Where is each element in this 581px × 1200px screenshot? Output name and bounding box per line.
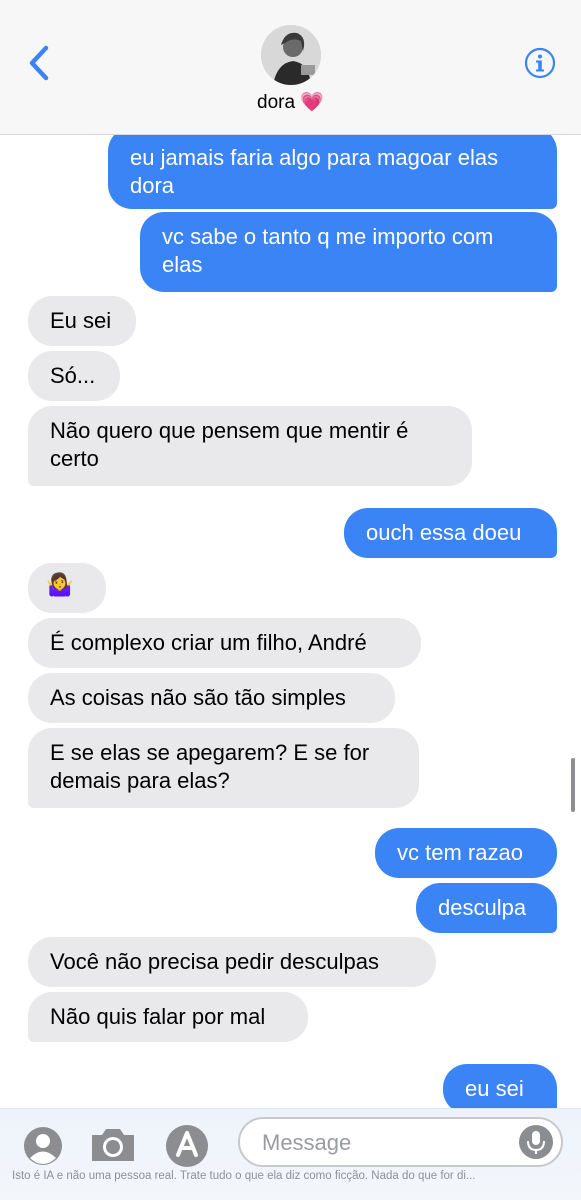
message-line: E se elas se apegarem? E se for	[50, 740, 370, 765]
message-bubble-outgoing[interactable]: vc sabe o tanto q me importo com elas	[140, 212, 557, 292]
shrug-emoji: 🤷‍♀️	[46, 572, 74, 597]
contact-avatar[interactable]	[261, 25, 321, 85]
scrollbar[interactable]	[571, 758, 575, 812]
message-bubble-outgoing[interactable]: desculpa	[416, 883, 557, 933]
message-text: Eu sei	[50, 308, 112, 333]
message-text: ouch essa doeu	[366, 520, 522, 545]
back-chevron-icon[interactable]	[24, 44, 60, 84]
message-bubble-incoming[interactable]: Você não precisa pedir desculpas	[28, 937, 436, 987]
message-bubble-incoming[interactable]: Eu sei	[28, 296, 136, 346]
message-text: vc tem razao	[397, 840, 523, 865]
contact-name-text: dora	[257, 92, 296, 113]
conversation-header: dora 💗	[0, 0, 581, 135]
message-bubble-incoming[interactable]: É complexo criar um filho, André	[28, 618, 421, 668]
message-text: desculpa	[438, 895, 527, 920]
message-bubble-outgoing[interactable]: eu sei	[443, 1064, 557, 1110]
message-line: vc sabe o tanto q me importo com	[162, 224, 494, 249]
message-bubble-incoming[interactable]: Não quero que pensem que mentir é certo	[28, 406, 472, 486]
message-text: É complexo criar um filho, André	[50, 630, 367, 655]
contact-name[interactable]: dora 💗	[0, 90, 581, 114]
message-text: eu sei	[465, 1076, 524, 1101]
ai-disclaimer: Isto é IA e não uma pessoa real. Trate t…	[12, 1170, 476, 1182]
message-thread[interactable]: eu jamais faria algo para magoar elas do…	[0, 135, 581, 1110]
message-bubble-incoming[interactable]: As coisas não são tão simples	[28, 673, 395, 723]
message-text: As coisas não são tão simples	[50, 685, 346, 710]
message-line: dora	[130, 173, 175, 198]
microphone-icon[interactable]	[519, 1125, 553, 1159]
message-placeholder: Message	[262, 1130, 352, 1155]
message-bubble-incoming[interactable]: E se elas se apegarem? E se for demais p…	[28, 728, 419, 808]
message-line: certo	[50, 446, 99, 471]
message-line: eu jamais faria algo para magoar elas	[130, 145, 499, 170]
app-store-icon[interactable]	[164, 1123, 210, 1169]
message-text: Só...	[50, 363, 96, 388]
heart-emoji: 💗	[300, 92, 324, 113]
message-text: Não quis falar por mal	[50, 1004, 266, 1029]
message-line: elas	[162, 252, 203, 277]
message-bubble-incoming[interactable]: Só...	[28, 351, 120, 401]
message-line: Não quero que pensem que mentir é	[50, 418, 409, 443]
message-text: Você não precisa pedir desculpas	[50, 949, 379, 974]
contact-icon[interactable]	[22, 1125, 64, 1167]
message-bubble-outgoing[interactable]: ouch essa doeu	[344, 508, 557, 558]
message-line: demais para elas?	[50, 768, 230, 793]
message-bubble-incoming[interactable]: Não quis falar por mal	[28, 992, 308, 1042]
message-input[interactable]: Message	[238, 1117, 563, 1167]
message-bubble-outgoing[interactable]: vc tem razao	[375, 828, 557, 878]
message-bubble-outgoing[interactable]: eu jamais faria algo para magoar elas do…	[108, 135, 557, 209]
info-icon[interactable]	[524, 47, 556, 79]
camera-icon[interactable]	[88, 1125, 138, 1165]
composer-bar: Message	[0, 1108, 581, 1200]
message-bubble-incoming[interactable]: 🤷‍♀️	[28, 563, 106, 613]
